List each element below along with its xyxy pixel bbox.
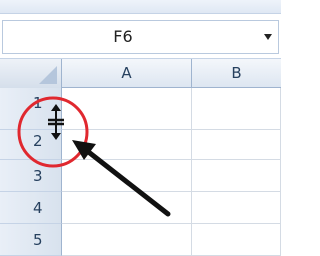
name-box-value[interactable]: F6: [3, 21, 243, 53]
row-header-5[interactable]: 5: [0, 224, 62, 256]
column-header-b[interactable]: B: [192, 59, 281, 88]
cell-a1[interactable]: [62, 88, 192, 130]
cell-a4[interactable]: [62, 192, 192, 224]
cell-b1[interactable]: [192, 88, 281, 130]
column-header-row: A B: [0, 58, 281, 88]
row-header-4[interactable]: 4: [0, 192, 62, 224]
cell-a5[interactable]: [62, 224, 192, 256]
row-header-2[interactable]: 2: [0, 130, 62, 160]
cell-b2[interactable]: [192, 130, 281, 160]
ribbon-edge: [0, 0, 281, 14]
name-box[interactable]: F6: [2, 20, 279, 54]
cell-b5[interactable]: [192, 224, 281, 256]
cell-a2[interactable]: [62, 130, 192, 160]
cell-a3[interactable]: [62, 160, 192, 192]
row-header-3[interactable]: 3: [0, 160, 62, 192]
spreadsheet-window: F6 A B 1 2 3 4 5: [0, 0, 281, 256]
formula-bar-row: F6: [0, 14, 281, 58]
cell-b3[interactable]: [192, 160, 281, 192]
chevron-down-icon[interactable]: [264, 34, 272, 40]
select-all-triangle-icon: [39, 66, 57, 84]
column-header-a[interactable]: A: [62, 59, 192, 88]
select-all-button[interactable]: [0, 59, 62, 88]
cell-b4[interactable]: [192, 192, 281, 224]
row-header-1[interactable]: 1: [0, 88, 62, 130]
